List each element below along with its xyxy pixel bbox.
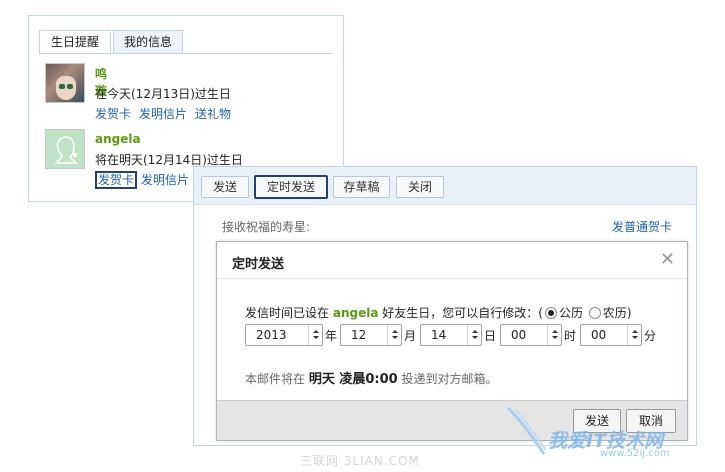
delivery-time: 明天 凌晨0:00: [308, 372, 398, 387]
stepper-icon: [387, 325, 401, 345]
month-unit: 月: [404, 329, 417, 343]
watermark-logo-url: www.52ij.com: [600, 448, 670, 459]
compose-toolbar: 发送 定时发送 存草稿 关闭: [194, 167, 696, 205]
send-button[interactable]: 发送: [201, 176, 249, 198]
normal-card-link[interactable]: 发普通贺卡: [612, 218, 672, 235]
year-unit: 年: [325, 329, 338, 343]
close-button[interactable]: 关闭: [396, 176, 444, 198]
stepper-icon: [547, 325, 561, 345]
tab-my-info[interactable]: 我的信息: [113, 30, 183, 54]
entry-actions: 发贺卡 发明信片 送礼物: [95, 105, 239, 122]
stepper-icon: [467, 325, 481, 345]
birthday-status: 在今天(12月13日)过生日: [95, 87, 231, 101]
tab-divider: [39, 53, 333, 54]
hour-value: 00: [511, 328, 527, 342]
send-card-link[interactable]: 发贺卡: [95, 171, 138, 189]
notice-prefix: 本邮件将在: [245, 372, 306, 386]
recipient-label: 接收祝福的寿星:: [222, 220, 311, 234]
minute-select[interactable]: 00: [580, 324, 642, 346]
dialog-header: 定时发送 ✕: [217, 242, 687, 279]
month-select[interactable]: 12: [340, 324, 402, 346]
save-draft-button[interactable]: 存草稿: [333, 176, 390, 198]
description-suffix: 好友生日，您可以自行修改：(: [382, 306, 543, 320]
hour-select[interactable]: 00: [500, 324, 562, 346]
year-select[interactable]: 2013: [245, 324, 323, 346]
solar-calendar-radio[interactable]: [544, 307, 557, 319]
stepper-icon: [308, 325, 322, 345]
watermark-text: 三联网 3LIAN.COM: [300, 454, 420, 468]
recipient-name: angela: [332, 306, 379, 320]
calendar-close-paren: ): [626, 306, 632, 320]
minute-unit: 分: [644, 329, 657, 343]
send-gift-link[interactable]: 送礼物: [195, 107, 231, 121]
tab-birthday-reminder[interactable]: 生日提醒: [39, 30, 111, 55]
notice-suffix: 投递到对方邮箱。: [401, 372, 498, 386]
default-avatar-icon: [54, 136, 78, 164]
description-prefix: 发信时间已设在: [245, 306, 330, 320]
year-value: 2013: [256, 328, 287, 342]
scheduled-send-button[interactable]: 定时发送: [254, 175, 328, 199]
avatar[interactable]: [45, 129, 85, 169]
send-postcard-link[interactable]: 发明信片: [139, 107, 187, 121]
hour-unit: 时: [564, 329, 577, 343]
send-card-link[interactable]: 发贺卡: [95, 107, 131, 121]
avatar[interactable]: [45, 63, 85, 103]
friend-name[interactable]: angela: [95, 132, 141, 146]
minute-value: 00: [591, 328, 607, 342]
day-value: 14: [431, 328, 447, 342]
delivery-notice: 本邮件将在 明天 凌晨0:00 投递到对方邮箱。: [245, 368, 498, 387]
lunar-calendar-label: 农历: [602, 306, 627, 320]
send-postcard-link[interactable]: 发明信片: [141, 173, 189, 187]
schedule-description: 发信时间已设在 angela 好友生日，您可以自行修改：( 公历 农历): [245, 304, 632, 321]
lunar-calendar-radio[interactable]: [588, 307, 601, 319]
day-select[interactable]: 14: [420, 324, 482, 346]
watermark-logo: 我爱IT技术网 www.52ij.com: [500, 398, 720, 468]
close-icon[interactable]: ✕: [660, 251, 675, 269]
stepper-icon: [627, 325, 641, 345]
day-unit: 日: [484, 329, 497, 343]
dialog-title: 定时发送: [232, 257, 285, 272]
solar-calendar-label: 公历: [558, 306, 583, 320]
entry-actions: 发贺卡 发明信片: [95, 171, 197, 189]
month-value: 12: [351, 328, 367, 342]
